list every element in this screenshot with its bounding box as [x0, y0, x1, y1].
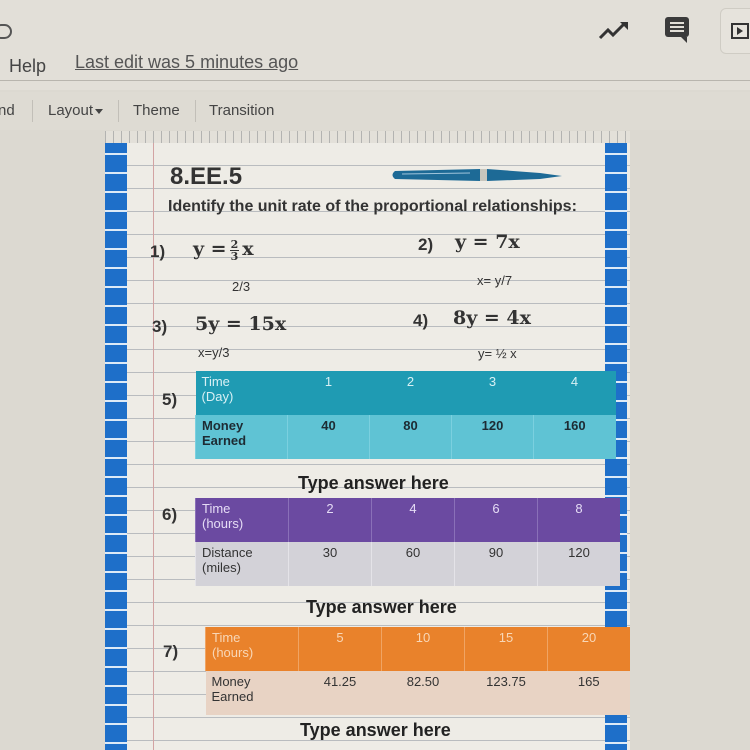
header-cell: 1 — [287, 371, 370, 415]
table-cell: 123.75 — [464, 671, 548, 715]
table-cell: 30 — [288, 542, 372, 586]
header-cell: 10 — [381, 627, 465, 671]
problem-5-answer-box[interactable]: Type answer here — [298, 473, 449, 494]
standard-title: 8.EE.5 — [170, 163, 243, 190]
header-cell: 2 — [369, 371, 452, 415]
problem-3-equation: 5y = 15x — [195, 313, 287, 335]
problem-5-table: Time (Day) 1 2 3 4 Money Earned 40 80 120 … — [195, 371, 616, 459]
table-cell: 60 — [371, 542, 455, 586]
toolbar: nd Layout Theme Transition — [0, 92, 750, 130]
toolbar-theme-button[interactable]: Theme — [133, 102, 180, 119]
row-label-cell: Money Earned — [205, 671, 299, 715]
fraction-denominator: 3 — [230, 249, 239, 263]
header-cell: 4 — [371, 498, 455, 542]
table-cell: 82.50 — [381, 671, 465, 715]
header-label-cell: Time (hours) — [205, 627, 299, 671]
header-cell: 15 — [464, 627, 548, 671]
table-cell: 80 — [369, 415, 452, 459]
header-cell: 6 — [454, 498, 538, 542]
header-cell: 20 — [547, 627, 630, 671]
table-header-row: Time (Day) 1 2 3 4 — [195, 371, 616, 415]
table-header-row: Time (hours) 5 10 15 20 — [205, 627, 630, 671]
problem-4-number: 4) — [413, 311, 429, 330]
layout-label: Layout — [48, 102, 94, 119]
present-button[interactable] — [720, 8, 750, 54]
fraction: 23 — [229, 239, 240, 263]
comment-icon[interactable] — [665, 17, 689, 43]
problem-7-answer-box[interactable]: Type answer here — [300, 720, 451, 741]
problem-1-lhs: y = — [193, 238, 227, 260]
problem-2-equation: y = 7x — [455, 231, 520, 253]
problem-6-table: Time (hours) 2 4 6 8 Distance (miles) 30 6… — [195, 498, 620, 586]
header-label-cell: Time (Day) — [195, 371, 288, 415]
toolbar-transition-button[interactable]: Transition — [209, 102, 274, 119]
row-label-cell: Distance (miles) — [195, 542, 289, 586]
instructions: Identify the unit rate of the proportion… — [168, 198, 577, 215]
pen-icon — [392, 169, 562, 181]
chevron-down-icon — [95, 108, 104, 114]
activity-trend-icon[interactable] — [598, 20, 630, 42]
toolbar-background-button[interactable]: nd — [0, 102, 15, 119]
table-cell: 160 — [533, 415, 616, 459]
header-divider — [0, 80, 750, 81]
present-icon — [731, 23, 749, 39]
table-row: Money Earned 41.25 82.50 123.75 165 — [205, 671, 630, 715]
header-cell: 8 — [537, 498, 620, 542]
table-cell: 165 — [547, 671, 630, 715]
toolbar-separator — [195, 100, 196, 122]
problem-1-rhs: x — [242, 238, 254, 260]
problem-6-number: 6) — [162, 505, 178, 524]
problem-2-answer[interactable]: x= y/7 — [477, 273, 512, 288]
table-cell: 120 — [451, 415, 534, 459]
menu-help[interactable]: Help — [9, 56, 46, 77]
header-cell: 4 — [533, 371, 616, 415]
header-label-cell: Time (hours) — [195, 498, 289, 542]
problem-3-number: 3) — [152, 317, 168, 336]
notebook-margin-line — [153, 143, 154, 750]
table-cell: 40 — [287, 415, 370, 459]
slide-canvas[interactable]: 8.EE.5 Identify the unit rate of the pro… — [105, 143, 630, 750]
problem-4-answer[interactable]: y= ½ x — [478, 346, 517, 361]
problem-1-equation: y = 2 3 x — [193, 238, 254, 262]
toolbar-separator — [118, 100, 119, 122]
table-row: Distance (miles) 30 60 90 120 — [195, 542, 620, 586]
toolbar-layout-button[interactable]: Layout — [48, 102, 104, 119]
problem-7-table: Time (hours) 5 10 15 20 Money Earned 41.25… — [205, 627, 630, 715]
table-cell: 41.25 — [298, 671, 382, 715]
last-edit-link[interactable]: Last edit was 5 minutes ago — [75, 52, 298, 73]
problem-5-number: 5) — [162, 390, 178, 409]
problem-1-number: 1) — [150, 242, 166, 261]
header-cell: 2 — [288, 498, 372, 542]
problem-7-number: 7) — [163, 642, 179, 661]
problem-3-answer[interactable]: x=y/3 — [198, 345, 229, 360]
table-header-row: Time (hours) 2 4 6 8 — [195, 498, 620, 542]
problem-1-answer[interactable]: 2/3 — [232, 279, 250, 294]
header-cell: 3 — [451, 371, 534, 415]
toolbar-separator — [32, 100, 33, 122]
table-cell: 120 — [537, 542, 620, 586]
ruler[interactable] — [105, 131, 630, 143]
row-label-cell: Money Earned — [195, 415, 288, 459]
cloud-icon[interactable] — [0, 24, 12, 39]
chevron-border-left — [105, 143, 127, 750]
header-cell: 5 — [298, 627, 382, 671]
table-cell: 90 — [454, 542, 538, 586]
problem-6-answer-box[interactable]: Type answer here — [306, 597, 457, 618]
problem-2-number: 2) — [418, 235, 434, 254]
app-header: Help Last edit was 5 minutes ago — [0, 0, 750, 90]
problem-4-equation: 8y = 4x — [453, 307, 531, 329]
table-row: Money Earned 40 80 120 160 — [195, 415, 616, 459]
